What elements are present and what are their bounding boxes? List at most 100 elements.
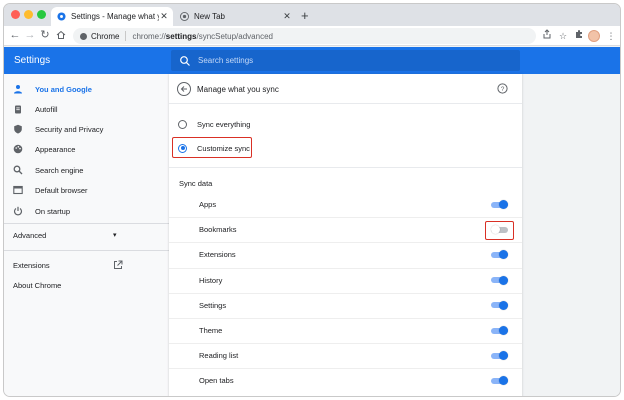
toggle-knob — [499, 376, 508, 386]
toggle-knob — [499, 351, 508, 361]
svg-text:?: ? — [501, 86, 505, 93]
sync-toggle[interactable] — [491, 300, 508, 310]
new-tab-button[interactable]: + — [301, 7, 309, 24]
search-input[interactable] — [198, 56, 498, 65]
sync-row-reading-list: Reading list — [169, 343, 522, 368]
toggle-knob — [499, 300, 508, 310]
sidebar-item-about-chrome[interactable]: About Chrome — [13, 281, 61, 290]
forward-arrow-icon[interactable]: → — [23, 27, 37, 44]
sync-item-label: Extensions — [199, 250, 236, 260]
sync-settings-card: Manage what you sync ? Sync everything C… — [169, 74, 522, 396]
sync-toggle[interactable] — [491, 326, 508, 335]
browser-window-icon — [13, 185, 23, 195]
minimize-window-button[interactable] — [24, 10, 33, 19]
sync-row-open-tabs: Open tabs — [169, 368, 522, 393]
sidebar-item-search-engine[interactable]: Search engine — [4, 160, 169, 180]
sidebar-item-label: About Chrome — [13, 281, 62, 290]
divider — [169, 103, 522, 104]
tab-title: Settings - Manage what you s — [71, 12, 159, 21]
sidebar-divider — [4, 250, 169, 251]
sidebar-item-label: Search engine — [35, 165, 84, 175]
profile-avatar[interactable] — [588, 30, 600, 42]
section-title: Manage what you sync — [197, 85, 279, 94]
chrome-icon — [180, 12, 189, 21]
sync-toggle[interactable] — [491, 275, 508, 285]
customize-sync-option[interactable]: Customize sync — [178, 141, 250, 155]
sync-toggle[interactable] — [491, 225, 508, 235]
search-icon — [180, 55, 190, 66]
sidebar-item-extensions[interactable]: Extensions — [13, 260, 143, 270]
back-button[interactable] — [177, 82, 191, 96]
sync-row-bookmarks: Bookmarks — [169, 217, 522, 242]
address-bar[interactable]: Chrome chrome://settings/syncSetup/advan… — [73, 28, 536, 44]
row-divider — [169, 242, 522, 244]
sync-item-label: Open tabs — [199, 376, 234, 386]
extensions-puzzle-icon[interactable] — [572, 29, 586, 43]
customize-sync-radio[interactable] — [178, 143, 187, 153]
sidebar-item-label: On startup — [35, 206, 71, 216]
url-host: settings — [165, 31, 197, 41]
page-title: Settings — [14, 55, 51, 66]
tab-close-icon[interactable]: ✕ — [282, 11, 292, 22]
settings-main: Manage what you sync ? Sync everything C… — [169, 74, 620, 396]
sidebar-item-label: Appearance — [35, 144, 76, 154]
site-info-chip[interactable]: Chrome — [80, 31, 127, 41]
settings-sidebar: You and Google Autofill Security and Pri… — [4, 74, 169, 396]
home-icon[interactable] — [54, 27, 68, 44]
sync-item-label: Reading list — [199, 351, 239, 361]
row-divider — [169, 217, 522, 219]
sync-toggle[interactable] — [491, 250, 508, 260]
sync-row-theme: Theme — [169, 318, 522, 343]
help-icon[interactable]: ? — [497, 83, 508, 94]
sidebar-item-default-browser[interactable]: Default browser — [4, 180, 169, 200]
browser-toolbar: ← → ↻ Chrome chrome://settings/syncSetup… — [4, 26, 620, 46]
back-arrow-icon[interactable]: ← — [8, 27, 22, 44]
tab-settings[interactable]: Settings - Manage what you s ✕ — [51, 7, 173, 26]
sidebar-item-label: You and Google — [35, 84, 92, 94]
search-box[interactable] — [171, 50, 520, 71]
share-icon[interactable] — [540, 29, 554, 43]
more-menu-icon[interactable]: ⋮ — [604, 29, 618, 43]
toggle-knob — [499, 275, 508, 285]
sidebar-item-security-and-privacy[interactable]: Security and Privacy — [4, 119, 169, 139]
clipboard-icon — [13, 104, 23, 114]
search-icon — [13, 165, 23, 175]
sidebar-item-label: Advanced — [13, 231, 47, 240]
row-divider — [169, 318, 522, 319]
sidebar-item-label: Default browser — [35, 185, 88, 195]
sync-row-extensions: Extensions — [169, 242, 522, 267]
settings-gear-icon — [57, 12, 66, 21]
sidebar-item-appearance[interactable]: Appearance — [4, 139, 169, 159]
sidebar-item-advanced[interactable]: Advanced ▾ — [13, 231, 123, 240]
browser-window: Settings - Manage what you s ✕ New Tab ✕… — [3, 3, 621, 397]
sidebar-item-autofill[interactable]: Autofill — [4, 99, 169, 119]
sync-toggle[interactable] — [491, 351, 508, 361]
sync-row-history: History — [169, 267, 522, 293]
tab-new-tab[interactable]: New Tab ✕ — [174, 7, 296, 26]
sync-toggle[interactable] — [491, 376, 508, 386]
sync-everything-option[interactable]: Sync everything — [178, 117, 250, 131]
sync-item-label: Theme — [199, 326, 223, 335]
palette-icon — [13, 144, 23, 154]
toggle-knob — [491, 225, 500, 235]
close-window-button[interactable] — [11, 10, 20, 19]
toggle-knob — [499, 200, 508, 209]
settings-header: Settings — [4, 47, 620, 74]
chrome-icon — [80, 32, 87, 40]
sync-data-heading: Sync data — [179, 179, 213, 188]
sidebar-item-on-startup[interactable]: On startup — [4, 201, 169, 221]
reload-icon[interactable]: ↻ — [38, 27, 52, 44]
sidebar-item-label: Extensions — [13, 261, 50, 270]
sidebar-item-label: Autofill — [35, 104, 58, 114]
maximize-window-button[interactable] — [37, 10, 46, 19]
toggle-knob — [499, 250, 508, 260]
bookmark-star-icon[interactable]: ☆ — [556, 29, 570, 43]
sync-item-label: Apps — [199, 200, 217, 209]
sync-item-label: History — [199, 275, 223, 285]
sidebar-item-you-and-google[interactable]: You and Google — [4, 79, 169, 99]
tab-close-icon[interactable]: ✕ — [159, 11, 169, 22]
sync-toggle[interactable] — [491, 200, 508, 209]
sidebar-divider — [4, 223, 169, 224]
person-icon — [13, 84, 23, 94]
sync-everything-radio[interactable] — [178, 119, 187, 129]
